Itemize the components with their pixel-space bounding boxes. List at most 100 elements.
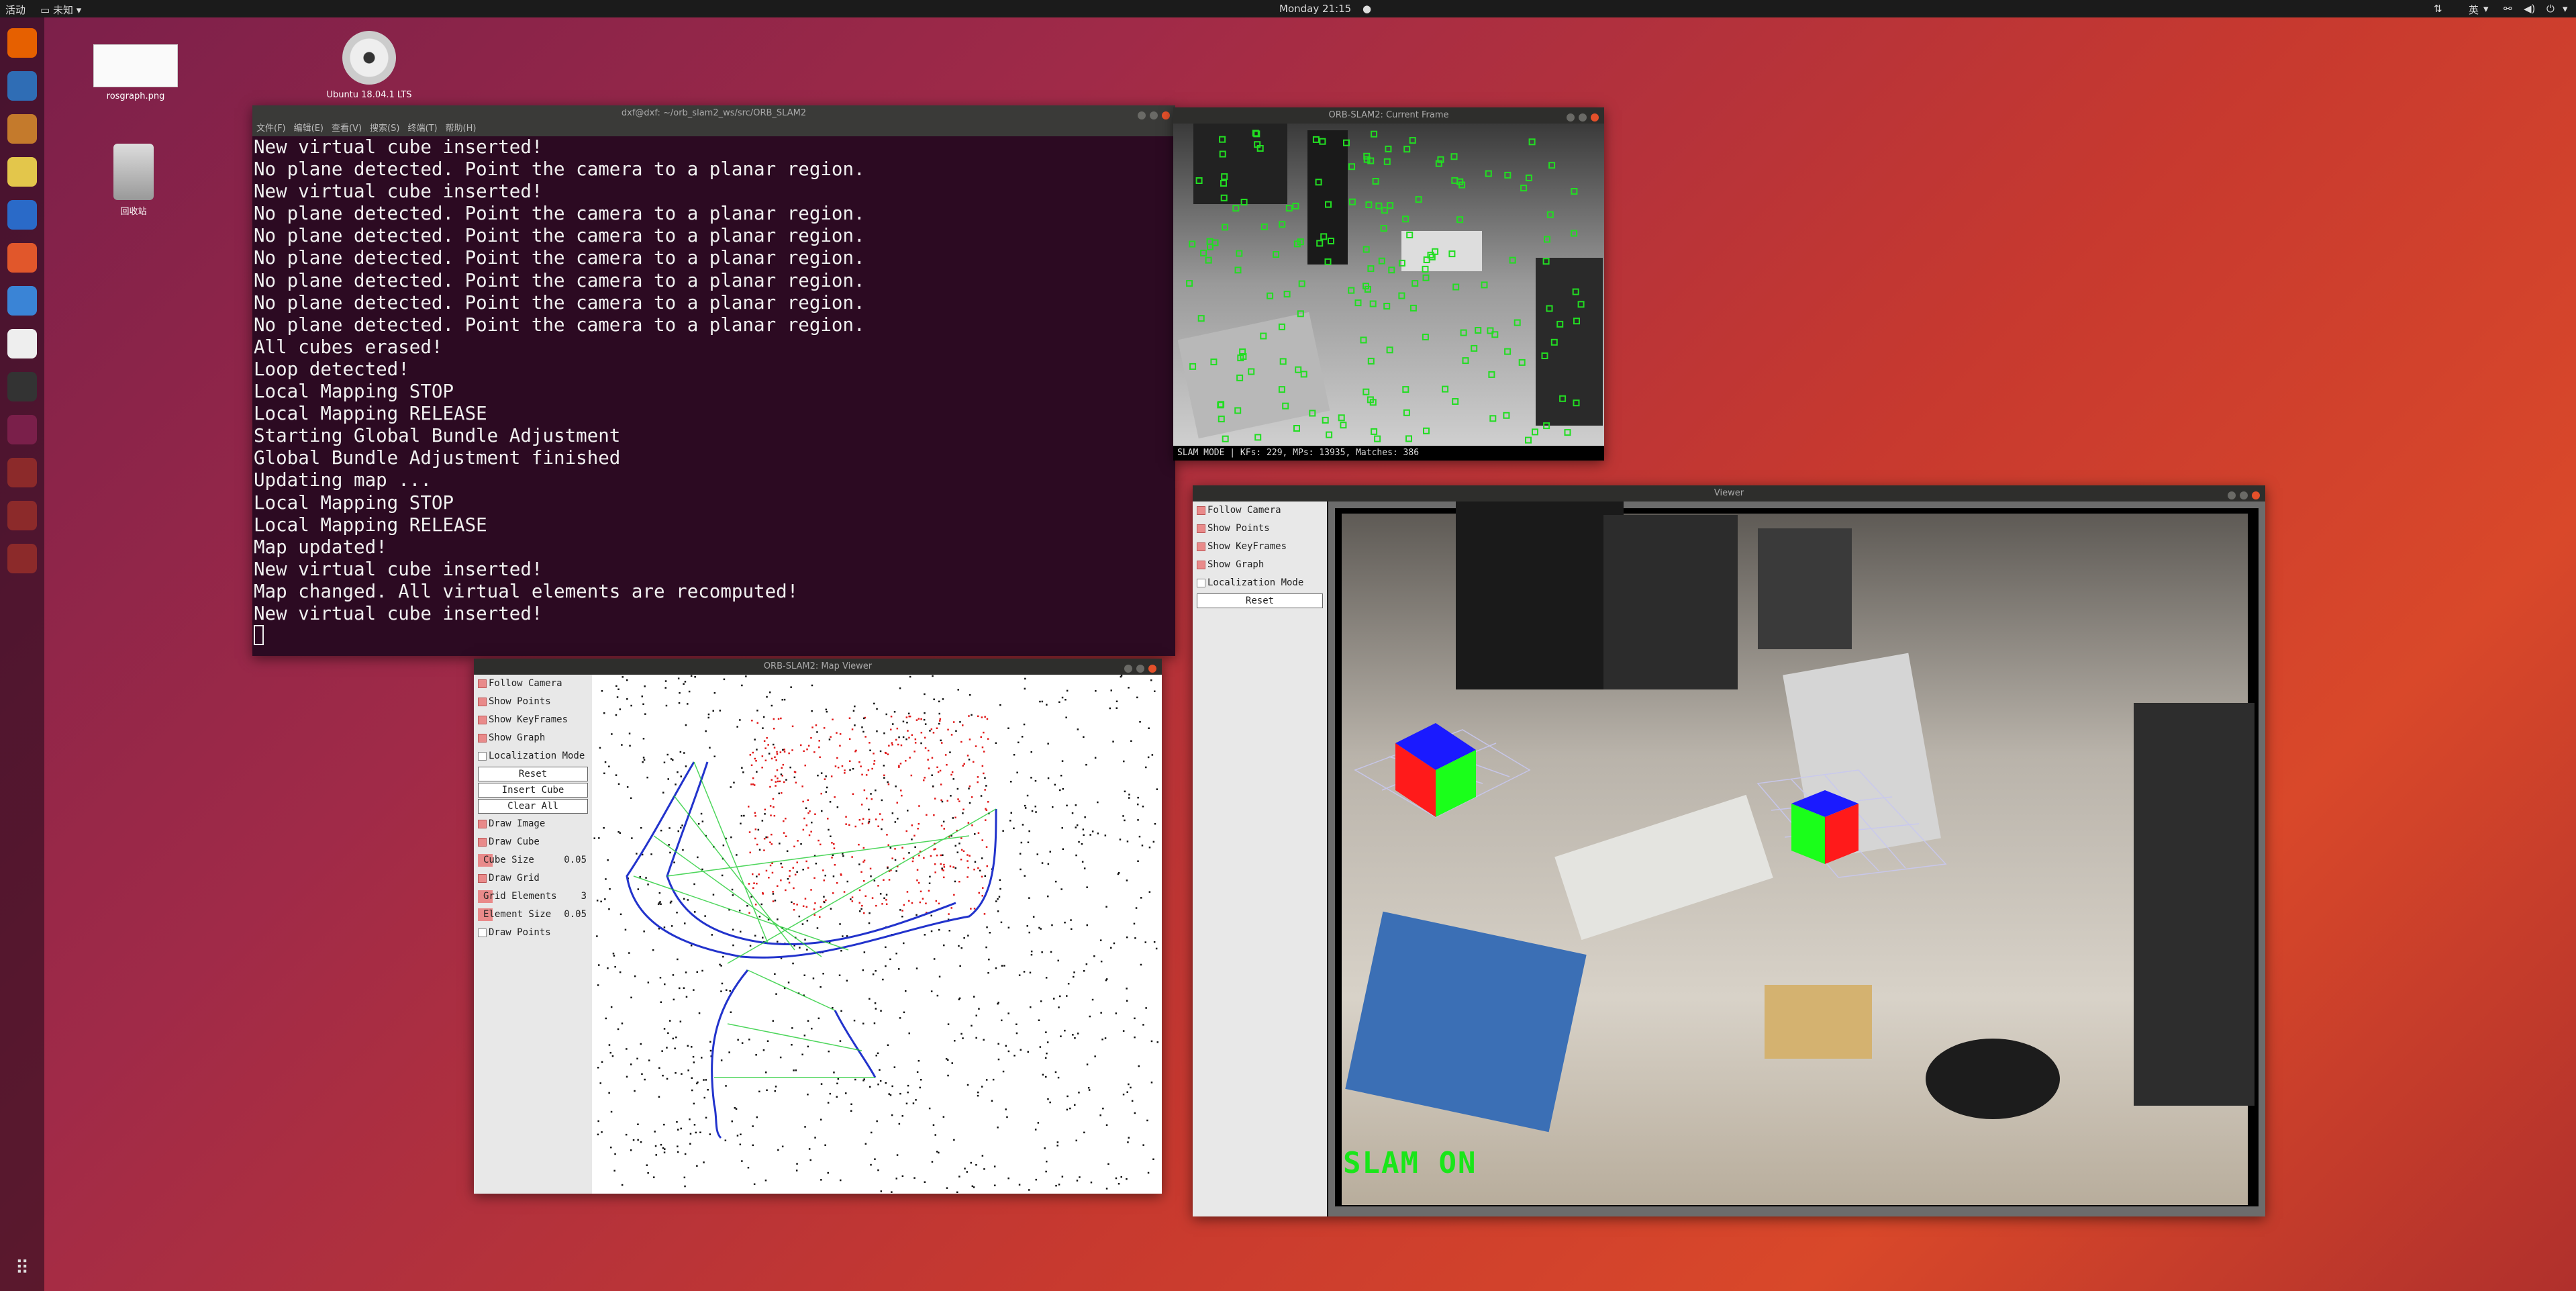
dock-item-firefox[interactable] xyxy=(7,28,37,58)
map-point xyxy=(669,851,671,854)
input-method[interactable]: 英 xyxy=(2469,3,2479,17)
element-size-slider[interactable]: Element Size 0.05 xyxy=(474,906,592,924)
terminal-menu-item[interactable]: 编辑(E) xyxy=(294,124,324,134)
map-point xyxy=(1075,854,1077,857)
local-map-point xyxy=(813,751,815,753)
terminal-prompt[interactable] xyxy=(252,625,1175,646)
clear-all-button[interactable]: Clear All xyxy=(478,799,588,814)
minimize-icon[interactable] xyxy=(2228,491,2236,499)
show-applications-icon[interactable]: ⠿ xyxy=(11,1257,33,1279)
local-map-point xyxy=(967,822,970,824)
reset-button[interactable]: Reset xyxy=(1197,593,1323,608)
volume-icon[interactable]: ◀) xyxy=(2524,3,2535,15)
maximize-icon[interactable] xyxy=(1579,113,1587,122)
dock-item-clion[interactable] xyxy=(7,415,37,444)
follow-camera-checkbox[interactable]: Follow Camera xyxy=(1193,501,1327,520)
desktop-icon-trash[interactable]: 回收站 xyxy=(97,144,170,217)
show-graph-checkbox[interactable]: Show Graph xyxy=(474,729,592,747)
terminal-menu-item[interactable]: 帮助(H) xyxy=(446,124,477,134)
ar-view[interactable]: SLAM ON xyxy=(1328,501,2265,1216)
show-graph-checkbox[interactable]: Show Graph xyxy=(1193,556,1327,574)
dock-item-software[interactable] xyxy=(7,243,37,273)
map-point xyxy=(875,1055,877,1057)
map-point xyxy=(916,1071,919,1073)
minimize-icon[interactable] xyxy=(1138,111,1146,119)
localization-mode-checkbox[interactable]: Localization Mode xyxy=(1193,574,1327,592)
network-wired-icon[interactable]: ⚯ xyxy=(2504,3,2512,15)
draw-points-checkbox[interactable]: Draw Points xyxy=(474,924,592,942)
dock-item-files[interactable] xyxy=(7,114,37,144)
desktop-icon-dvd[interactable]: Ubuntu 18.04.1 LTS xyxy=(315,31,423,100)
minimize-icon[interactable] xyxy=(1567,113,1575,122)
terminal-menu-item[interactable]: 查看(V) xyxy=(332,124,362,134)
desktop-icon-rosgraph[interactable]: rosgraph.png xyxy=(86,44,185,101)
show-keyframes-checkbox[interactable]: Show KeyFrames xyxy=(1193,538,1327,556)
map-point xyxy=(968,759,971,761)
dock-item-window3[interactable] xyxy=(7,544,37,573)
viewer-titlebar[interactable]: Viewer xyxy=(1193,485,2265,501)
insert-cube-button[interactable]: Insert Cube xyxy=(478,783,588,798)
close-icon[interactable] xyxy=(1591,113,1599,122)
map-canvas[interactable] xyxy=(593,675,1162,1194)
power-icon[interactable]: ⏻ xyxy=(2546,3,2555,15)
map-point xyxy=(736,854,738,856)
map-point xyxy=(735,1108,738,1110)
show-keyframes-checkbox[interactable]: Show KeyFrames xyxy=(474,711,592,729)
map-point xyxy=(1126,1000,1128,1002)
map-point xyxy=(701,820,704,822)
maximize-icon[interactable] xyxy=(2240,491,2248,499)
map-point xyxy=(1138,835,1141,838)
dock-item-amazon[interactable] xyxy=(7,329,37,358)
checkbox-label: Draw Image xyxy=(489,818,546,829)
draw-cube-checkbox[interactable]: Draw Cube xyxy=(474,833,592,851)
map-point xyxy=(1153,941,1156,943)
map-point xyxy=(1041,700,1044,703)
dock-item-writer[interactable] xyxy=(7,200,37,230)
follow-camera-checkbox[interactable]: Follow Camera xyxy=(474,675,592,693)
clock-dot-icon: ● xyxy=(1363,3,1372,15)
map-point xyxy=(952,778,954,780)
show-points-checkbox[interactable]: Show Points xyxy=(1193,520,1327,538)
local-map-point xyxy=(770,814,772,816)
close-icon[interactable] xyxy=(2252,491,2260,499)
terminal-menu-item[interactable]: 终端(T) xyxy=(407,124,437,134)
app-menu[interactable]: ▭ 未知 ▾ xyxy=(40,3,81,17)
dock-item-window1[interactable] xyxy=(7,458,37,487)
reset-button[interactable]: Reset xyxy=(478,767,588,781)
map-point xyxy=(947,1074,949,1077)
map-point xyxy=(724,1139,727,1141)
map-point xyxy=(1028,830,1030,832)
network-icon[interactable]: ⇅ xyxy=(2434,3,2442,15)
grid-elements-slider[interactable]: Grid Elements 3 xyxy=(474,888,592,906)
terminal-output[interactable]: New virtual cube inserted! No plane detec… xyxy=(252,136,1175,625)
map-point xyxy=(840,950,842,952)
maximize-icon[interactable] xyxy=(1150,111,1158,119)
cube-size-slider[interactable]: Cube Size 0.05 xyxy=(474,851,592,869)
map-viewer-titlebar[interactable]: ORB-SLAM2: Map Viewer xyxy=(474,659,1162,675)
dock-item-thunderbird[interactable] xyxy=(7,71,37,101)
terminal-titlebar[interactable]: dxf@dxf: ~/orb_slam2_ws/src/ORB_SLAM2 xyxy=(252,105,1175,122)
local-map-point xyxy=(983,731,985,734)
draw-grid-checkbox[interactable]: Draw Grid xyxy=(474,869,592,888)
draw-image-checkbox[interactable]: Draw Image xyxy=(474,815,592,833)
localization-mode-checkbox[interactable]: Localization Mode xyxy=(474,747,592,765)
local-map-point xyxy=(845,823,847,825)
show-points-checkbox[interactable]: Show Points xyxy=(474,693,592,711)
activities-button[interactable]: 活动 xyxy=(5,3,26,17)
terminal-menu-item[interactable]: 文件(F) xyxy=(256,124,286,134)
minimize-icon[interactable] xyxy=(1124,665,1132,673)
dock-item-terminal[interactable] xyxy=(7,372,37,401)
map-point xyxy=(677,771,679,773)
maximize-icon[interactable] xyxy=(1136,665,1144,673)
terminal-menu-item[interactable]: 搜索(S) xyxy=(370,124,399,134)
map-point xyxy=(1105,1124,1108,1127)
dock-item-help[interactable] xyxy=(7,286,37,316)
clock[interactable]: Monday 21:15 xyxy=(1279,3,1351,15)
map-point xyxy=(1046,1041,1049,1043)
current-frame-titlebar[interactable]: ORB-SLAM2: Current Frame xyxy=(1173,107,1604,124)
dock-item-rhythmbox[interactable] xyxy=(7,157,37,187)
map-point xyxy=(682,849,684,851)
close-icon[interactable] xyxy=(1162,111,1170,119)
close-icon[interactable] xyxy=(1148,665,1156,673)
dock-item-window2[interactable] xyxy=(7,501,37,530)
